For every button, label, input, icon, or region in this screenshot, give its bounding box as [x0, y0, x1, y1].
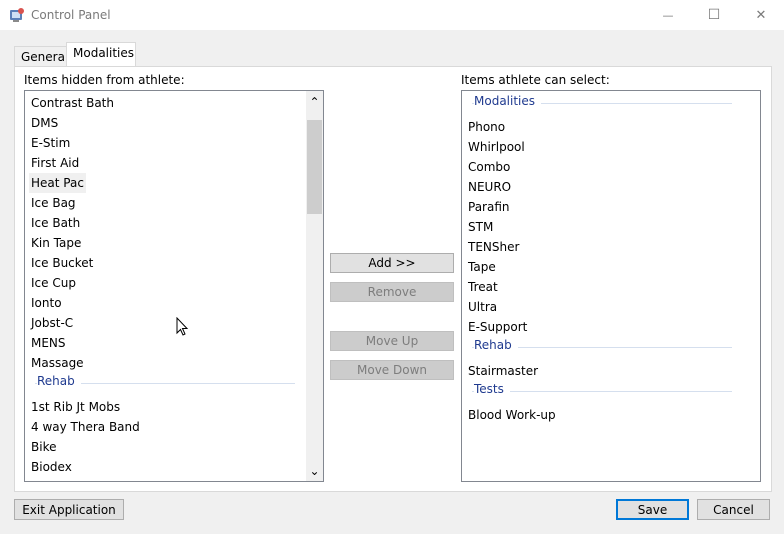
list-item[interactable]: E-Support	[466, 317, 529, 337]
control-panel-app-icon	[10, 8, 24, 22]
remove-button[interactable]: Remove	[330, 282, 454, 302]
list-item[interactable]: 1st Rib Jt Mobs	[29, 397, 122, 417]
group-header: Tests	[472, 382, 732, 399]
group-header: Modalities	[472, 94, 732, 111]
list-item[interactable]: TENSher	[466, 237, 521, 257]
add-button[interactable]: Add >>	[330, 253, 454, 273]
list-item[interactable]: DMS	[29, 113, 60, 133]
list-item[interactable]: Blood Work-up	[466, 405, 558, 425]
maximize-icon: ☐	[707, 7, 721, 23]
close-icon: ✕	[755, 7, 767, 23]
group-header: Rehab	[35, 374, 295, 391]
hidden-items-list[interactable]: Contrast Bath DMS E-Stim First Aid Heat Pac I…	[24, 90, 324, 482]
save-button[interactable]: Save	[616, 499, 689, 520]
selectable-items-label: Items athlete can select:	[461, 73, 610, 87]
title-bar: Control Panel — ☐ ✕	[0, 0, 784, 30]
list-item[interactable]: Tape	[466, 257, 498, 277]
list-item[interactable]: Kin Tape	[29, 233, 83, 253]
list-item[interactable]: First Aid	[29, 153, 81, 173]
list-item[interactable]: Treat	[466, 277, 500, 297]
scroll-thumb[interactable]	[307, 120, 322, 214]
minimize-icon: —	[662, 8, 674, 22]
move-down-button[interactable]: Move Down	[330, 360, 454, 380]
scroll-down-button[interactable]: ⌄	[306, 464, 323, 481]
list-item[interactable]: Ultra	[466, 297, 499, 317]
close-button[interactable]: ✕	[738, 0, 784, 30]
cancel-button[interactable]: Cancel	[697, 499, 770, 520]
tab-modalities-label: Modalities	[73, 46, 135, 60]
hidden-items-scrollbar[interactable]: ⌃ ⌄	[306, 91, 323, 481]
tab-general-label: General	[21, 50, 69, 64]
group-divider	[472, 391, 732, 392]
list-item[interactable]: Bike	[29, 437, 58, 457]
list-item[interactable]: Ice Bath	[29, 213, 82, 233]
list-item[interactable]: Jobst-C	[29, 313, 75, 333]
group-header: Rehab	[472, 338, 732, 355]
chevron-down-icon: ⌄	[309, 463, 320, 478]
list-item[interactable]: Ice Cup	[29, 273, 78, 293]
list-item[interactable]: NEURO	[466, 177, 513, 197]
list-item[interactable]: STM	[466, 217, 495, 237]
move-up-button[interactable]: Move Up	[330, 331, 454, 351]
list-item[interactable]: Heat Pac	[29, 173, 86, 193]
list-item[interactable]: Combo	[466, 157, 512, 177]
list-item[interactable]: E-Stim	[29, 133, 72, 153]
window-title: Control Panel	[31, 8, 111, 22]
list-item[interactable]: 4 way Thera Band	[29, 417, 142, 437]
list-item[interactable]: MENS	[29, 333, 68, 353]
chevron-up-icon: ⌃	[309, 94, 320, 109]
mouse-cursor-icon	[176, 317, 189, 336]
group-header-label: Modalities	[474, 94, 542, 108]
list-item[interactable]: Parafin	[466, 197, 512, 217]
group-header-label: Rehab	[37, 374, 81, 388]
list-item[interactable]: Contrast Bath	[29, 93, 116, 113]
hidden-items-label: Items hidden from athlete:	[24, 73, 185, 87]
list-item[interactable]: Phono	[466, 117, 507, 137]
list-item[interactable]: Massage	[29, 353, 86, 373]
list-item[interactable]: Ice Bucket	[29, 253, 95, 273]
scroll-up-button[interactable]: ⌃	[306, 91, 323, 108]
list-item[interactable]: Ionto	[29, 293, 64, 313]
exit-application-button[interactable]: Exit Application	[14, 499, 124, 520]
list-item[interactable]: Stairmaster	[466, 361, 540, 381]
selectable-items-list[interactable]: Modalities Phono Whirlpool Combo NEURO Parafi…	[461, 90, 761, 482]
list-item[interactable]: Ice Bag	[29, 193, 78, 213]
group-header-label: Tests	[474, 382, 510, 396]
maximize-button[interactable]: ☐	[691, 0, 737, 30]
list-item[interactable]: Whirlpool	[466, 137, 527, 157]
tab-general[interactable]: General	[14, 46, 68, 67]
minimize-button[interactable]: —	[645, 0, 691, 30]
group-header-label: Rehab	[474, 338, 518, 352]
tab-modalities[interactable]: Modalities	[66, 42, 136, 66]
list-item[interactable]: Biodex	[29, 457, 74, 477]
